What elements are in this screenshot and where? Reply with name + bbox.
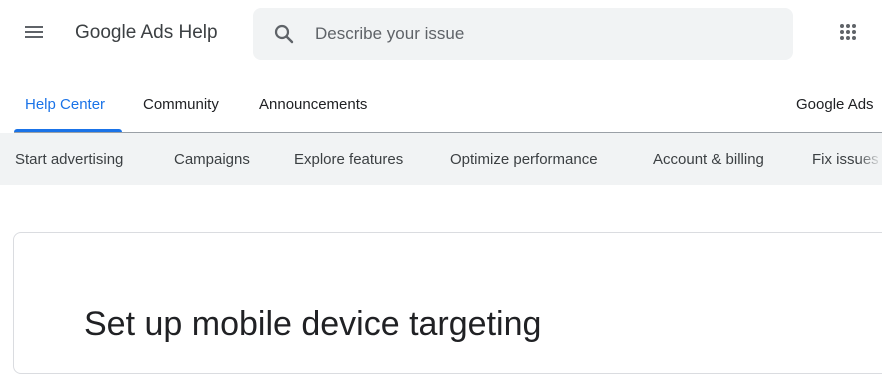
top-app-bar: Google Ads Help (0, 0, 882, 70)
subnav-item-account-billing[interactable]: Account & billing (653, 133, 764, 185)
apps-grid-icon (836, 20, 860, 49)
subnav-overflow-fade (858, 133, 882, 185)
tab-announcements[interactable]: Announcements (259, 76, 367, 132)
search-input[interactable] (315, 8, 775, 60)
search-bar[interactable] (253, 8, 793, 60)
tab-help-center[interactable]: Help Center (25, 76, 105, 132)
main-menu-button[interactable] (14, 14, 54, 54)
subnav-item-explore-features[interactable]: Explore features (294, 133, 403, 185)
search-icon[interactable] (272, 22, 296, 46)
google-ads-product-link[interactable]: Google Ads (796, 76, 874, 132)
google-apps-button[interactable] (828, 14, 868, 54)
article-card: Set up mobile device targeting (13, 232, 882, 374)
article-title: Set up mobile device targeting (84, 305, 542, 343)
subnav-item-optimize-performance[interactable]: Optimize performance (450, 133, 598, 185)
tab-community[interactable]: Community (143, 76, 219, 132)
subnav-item-start-advertising[interactable]: Start advertising (15, 133, 123, 185)
hamburger-menu-icon (22, 20, 46, 49)
product-name-link[interactable]: Google Ads Help (75, 22, 218, 44)
topic-navigation: Start advertising Campaigns Explore feat… (0, 133, 882, 185)
subnav-item-campaigns[interactable]: Campaigns (174, 133, 250, 185)
help-tabs: Help Center Community Announcements Goog… (0, 76, 882, 132)
